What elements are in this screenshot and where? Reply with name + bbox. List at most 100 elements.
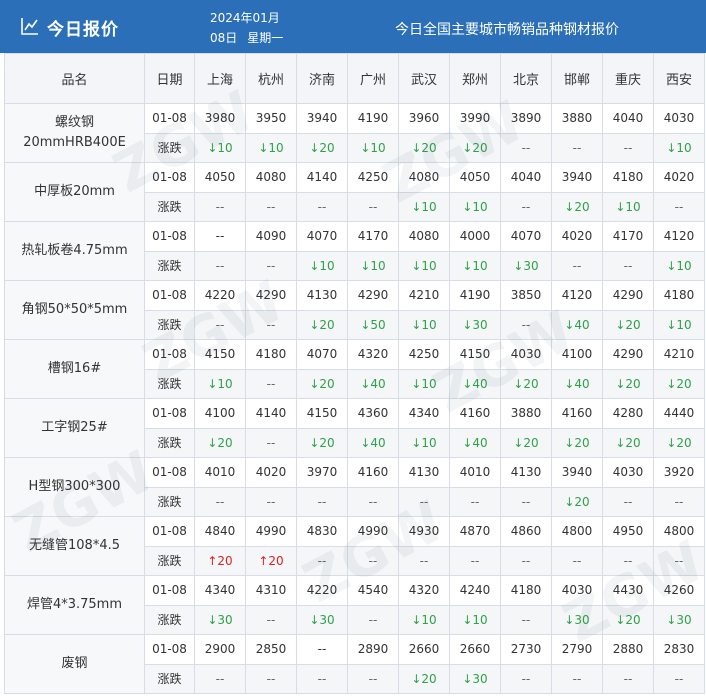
price-cell: 4800 — [653, 516, 705, 547]
change-cell: ↓10 — [653, 309, 705, 340]
change-cell: -- — [245, 368, 297, 399]
price-cell: 4290 — [245, 280, 297, 311]
price-cell: 3880 — [500, 398, 552, 429]
price-cell: 4340 — [194, 575, 246, 606]
price-cell: 3850 — [500, 280, 552, 311]
price-cell: 4030 — [602, 457, 654, 488]
change-cell: ↓10 — [449, 191, 501, 222]
product-name: 废钢 — [4, 634, 145, 694]
price-cell: 4430 — [602, 575, 654, 606]
price-cell: 4540 — [347, 575, 399, 606]
change-label: 涨跌 — [144, 486, 195, 517]
change-cell: -- — [653, 545, 705, 576]
price-row: 工字钢25# 01-08 4100 4140 4150 4360 4340 4160 3880 4… — [4, 398, 705, 458]
price-cell: 4990 — [347, 516, 399, 547]
change-cell: ↓20 — [653, 427, 705, 458]
price-cell: 4010 — [449, 457, 501, 488]
change-cell: -- — [245, 486, 297, 517]
price-cell: 4130 — [398, 457, 450, 488]
price-cell: 4120 — [653, 221, 705, 252]
price-cell: 4090 — [245, 221, 297, 252]
price-cell: 4210 — [398, 280, 450, 311]
change-cell: -- — [500, 604, 552, 635]
price-cell: 2850 — [245, 634, 297, 665]
price-cell: 2730 — [500, 634, 552, 665]
change-cell: ↓10 — [449, 250, 501, 281]
change-cell: ↓10 — [602, 191, 654, 222]
change-cell: -- — [296, 486, 348, 517]
header-bar: 今日报价 2024年01月 08日 星期一 今日全国主要城市畅销品种钢材报价 — [0, 0, 706, 53]
change-cell: ↓10 — [398, 309, 450, 340]
change-cell: -- — [194, 486, 246, 517]
change-cell: ↓30 — [500, 250, 552, 281]
price-cell: 4070 — [296, 339, 348, 370]
change-cell: -- — [653, 486, 705, 517]
change-cell: -- — [245, 250, 297, 281]
change-cell: ↓20 — [602, 309, 654, 340]
page-title: 今日报价 — [47, 20, 119, 40]
change-cell: ↓30 — [449, 309, 501, 340]
change-cell: -- — [653, 663, 705, 694]
price-row: H型钢300*300 01-08 4010 4020 3970 4160 4130 4010 4… — [4, 457, 705, 517]
change-cell: -- — [551, 132, 603, 163]
change-cell: -- — [602, 486, 654, 517]
change-label: 涨跌 — [144, 663, 195, 694]
price-date: 01-08 — [144, 103, 195, 134]
change-cell: ↓10 — [398, 191, 450, 222]
change-cell: ↓40 — [449, 427, 501, 458]
change-label: 涨跌 — [144, 427, 195, 458]
product-name-line: 工字钢25# — [41, 420, 108, 435]
change-cell: ↓10 — [245, 132, 297, 163]
product-name-line: 螺纹钢 — [54, 115, 94, 130]
change-cell: -- — [245, 427, 297, 458]
change-cell: ↓10 — [653, 132, 705, 163]
change-cell: -- — [449, 486, 501, 517]
price-date: 01-08 — [144, 634, 195, 665]
price-cell: 4360 — [347, 398, 399, 429]
price-date: 01-08 — [144, 221, 195, 252]
price-row: 中厚板20mm 01-08 4050 4080 4140 4250 4080 4050 4040… — [4, 162, 705, 222]
column-header: 济南 — [296, 53, 348, 104]
change-cell: -- — [347, 191, 399, 222]
price-cell: 4250 — [398, 339, 450, 370]
price-cell: 4050 — [449, 162, 501, 193]
column-header: 郑州 — [449, 53, 501, 104]
line-chart-icon — [21, 18, 38, 35]
change-cell: ↓30 — [449, 663, 501, 694]
change-cell: ↑20 — [194, 545, 246, 576]
change-cell: ↓20 — [551, 191, 603, 222]
price-cell: 3950 — [245, 103, 297, 134]
page-subtitle: 今日全国主要城市畅销品种钢材报价 — [395, 22, 619, 38]
date-day: 08日 — [210, 31, 238, 45]
change-cell: -- — [500, 309, 552, 340]
change-cell: ↓30 — [551, 604, 603, 635]
price-cell: 3880 — [551, 103, 603, 134]
product-name-line: 槽钢16# — [47, 361, 102, 376]
price-cell: 2830 — [653, 634, 705, 665]
price-cell: 4180 — [602, 162, 654, 193]
change-cell: ↓20 — [602, 427, 654, 458]
price-table: 品名 日期 上海 杭州 济南 广州 武汉 郑州 北京 邯郸 重庆 西安 螺纹钢 20mmHRB400E 0… — [4, 53, 705, 694]
price-cell: 4070 — [500, 221, 552, 252]
product-name-line: 20mmHRB400E — [23, 135, 126, 150]
change-cell: ↓20 — [500, 368, 552, 399]
product-name: 角钢50*50*5mm — [4, 280, 145, 340]
change-cell: ↓50 — [347, 309, 399, 340]
price-cell: 4160 — [449, 398, 501, 429]
price-date: 01-08 — [144, 575, 195, 606]
change-cell: -- — [245, 663, 297, 694]
price-cell: 4250 — [347, 162, 399, 193]
change-cell: ↓20 — [296, 309, 348, 340]
price-cell: 4290 — [602, 339, 654, 370]
date-month: 2024年01月 — [210, 11, 280, 25]
price-row: 热轧板卷4.75mm 01-08 -- 4090 4070 4170 4080 4000 407… — [4, 221, 705, 281]
change-cell: ↓20 — [602, 368, 654, 399]
change-cell: -- — [347, 663, 399, 694]
product-name-line: 无缝管108*4.5 — [29, 538, 120, 553]
price-cell: 3940 — [296, 103, 348, 134]
price-cell: 4840 — [194, 516, 246, 547]
price-cell: 4040 — [500, 162, 552, 193]
change-cell: -- — [653, 191, 705, 222]
change-cell: -- — [602, 250, 654, 281]
price-cell: 3960 — [398, 103, 450, 134]
